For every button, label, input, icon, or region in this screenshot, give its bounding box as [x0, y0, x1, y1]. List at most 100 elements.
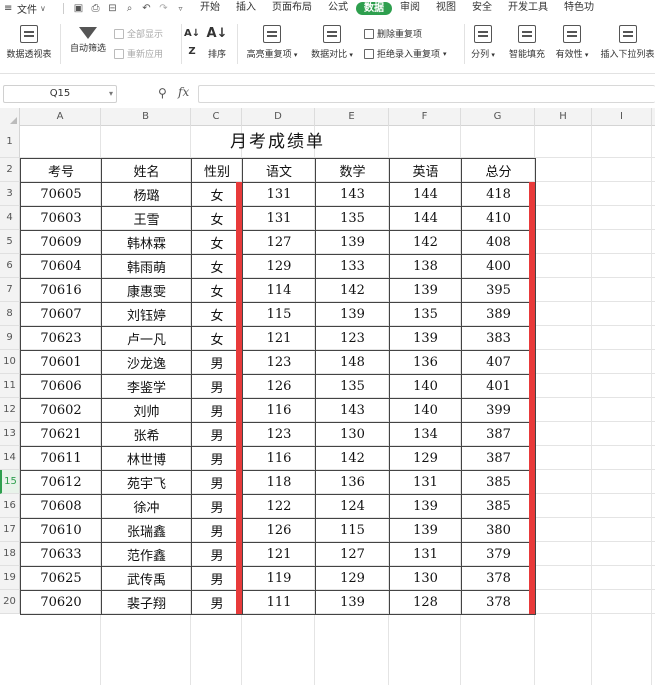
table-cell[interactable]: 387	[461, 422, 536, 447]
table-cell[interactable]: 范作鑫	[101, 542, 192, 567]
column-header-f[interactable]: F	[389, 108, 461, 126]
column-header-i[interactable]: I	[592, 108, 652, 126]
formula-input[interactable]	[198, 85, 655, 103]
tab-6[interactable]: 视图	[428, 0, 464, 16]
column-header-e[interactable]: E	[315, 108, 389, 126]
table-cell[interactable]: 142	[315, 278, 390, 303]
table-cell[interactable]: 裴子翔	[101, 590, 192, 615]
table-cell[interactable]: 70606	[20, 374, 102, 399]
column-header-d[interactable]: D	[242, 108, 315, 126]
table-cell[interactable]: 70610	[20, 518, 102, 543]
tab-5[interactable]: 审阅	[392, 0, 428, 16]
row-header-17[interactable]: 17	[0, 518, 20, 542]
show-all-button[interactable]: 全部显示	[114, 27, 163, 40]
table-cell[interactable]: 男	[191, 350, 243, 375]
highlight-duplicates-button[interactable]: 高亮重复项 ▾	[242, 25, 302, 60]
zoom-search-icon[interactable]: ⚲	[158, 86, 167, 100]
tab-0[interactable]: 开始	[192, 0, 228, 16]
row-header-5[interactable]: 5	[0, 230, 20, 254]
table-cell[interactable]: 139	[389, 326, 462, 351]
row-header-2[interactable]: 2	[0, 158, 20, 182]
table-cell[interactable]: 135	[315, 374, 390, 399]
customize-icon[interactable]: ▿	[175, 3, 186, 14]
sort-asc-button[interactable]: A↓ Z	[184, 25, 200, 57]
table-cell[interactable]: 林世博	[101, 446, 192, 471]
table-cell[interactable]: 385	[461, 470, 536, 495]
auto-filter-button[interactable]: 自动筛选	[66, 25, 110, 54]
column-heading[interactable]: 考号	[20, 158, 102, 183]
row-header-1[interactable]: 1	[0, 126, 20, 158]
split-column-button[interactable]: 分列 ▾	[469, 25, 497, 60]
table-cell[interactable]: 385	[461, 494, 536, 519]
table-cell[interactable]: 133	[315, 254, 390, 279]
table-cell[interactable]: 沙龙逸	[101, 350, 192, 375]
table-cell[interactable]: 129	[315, 566, 390, 591]
row-header-7[interactable]: 7	[0, 278, 20, 302]
table-cell[interactable]: 131	[389, 542, 462, 567]
table-cell[interactable]: 135	[315, 206, 390, 231]
table-cell[interactable]: 118	[242, 470, 316, 495]
table-cell[interactable]: 139	[315, 590, 390, 615]
table-cell[interactable]: 130	[315, 422, 390, 447]
column-heading[interactable]: 语文	[242, 158, 316, 183]
print-preview-icon[interactable]: ⌕	[124, 3, 135, 14]
table-cell[interactable]: 129	[389, 446, 462, 471]
row-header-6[interactable]: 6	[0, 254, 20, 278]
table-cell[interactable]: 女	[191, 278, 243, 303]
table-cell[interactable]: 131	[242, 182, 316, 207]
table-cell[interactable]: 140	[389, 398, 462, 423]
table-cell[interactable]: 395	[461, 278, 536, 303]
table-cell[interactable]: 70612	[20, 470, 102, 495]
table-cell[interactable]: 389	[461, 302, 536, 327]
table-cell[interactable]: 139	[315, 230, 390, 255]
table-cell[interactable]: 男	[191, 542, 243, 567]
row-header-20[interactable]: 20	[0, 590, 20, 614]
table-cell[interactable]: 121	[242, 326, 316, 351]
tab-9[interactable]: 特色功	[556, 0, 602, 16]
column-heading[interactable]: 总分	[461, 158, 536, 183]
table-cell[interactable]: 女	[191, 182, 243, 207]
tab-4[interactable]: 数据	[356, 1, 392, 15]
tab-7[interactable]: 安全	[464, 0, 500, 16]
tab-1[interactable]: 插入	[228, 0, 264, 16]
select-all-corner[interactable]	[0, 108, 20, 126]
table-cell[interactable]: 119	[242, 566, 316, 591]
table-cell[interactable]: 418	[461, 182, 536, 207]
table-cell[interactable]: 143	[315, 398, 390, 423]
table-cell[interactable]: 116	[242, 446, 316, 471]
tab-2[interactable]: 页面布局	[264, 0, 320, 16]
column-heading[interactable]: 姓名	[101, 158, 192, 183]
table-cell[interactable]: 韩雨萌	[101, 254, 192, 279]
table-cell[interactable]: 136	[389, 350, 462, 375]
table-cell[interactable]: 148	[315, 350, 390, 375]
row-header-9[interactable]: 9	[0, 326, 20, 350]
file-menu[interactable]: ≡ 文件 ∨	[0, 1, 60, 16]
table-cell[interactable]: 女	[191, 302, 243, 327]
table-cell[interactable]: 杨璐	[101, 182, 192, 207]
row-header-14[interactable]: 14	[0, 446, 20, 470]
sheet-title[interactable]: 月考成绩单	[20, 126, 535, 158]
table-cell[interactable]: 70602	[20, 398, 102, 423]
table-cell[interactable]: 男	[191, 374, 243, 399]
data-compare-button[interactable]: 数据对比 ▾	[307, 25, 357, 60]
table-cell[interactable]: 378	[461, 566, 536, 591]
table-cell[interactable]: 卢一凡	[101, 326, 192, 351]
table-cell[interactable]: 70625	[20, 566, 102, 591]
table-cell[interactable]: 116	[242, 398, 316, 423]
table-cell[interactable]: 127	[315, 542, 390, 567]
column-header-h[interactable]: H	[535, 108, 592, 126]
table-cell[interactable]: 刘钰婷	[101, 302, 192, 327]
table-cell[interactable]: 144	[389, 182, 462, 207]
table-cell[interactable]: 126	[242, 518, 316, 543]
column-heading[interactable]: 英语	[389, 158, 462, 183]
table-cell[interactable]: 徐冲	[101, 494, 192, 519]
pivot-table-button[interactable]: 数据透视表	[3, 25, 55, 60]
table-cell[interactable]: 135	[389, 302, 462, 327]
table-cell[interactable]: 136	[315, 470, 390, 495]
table-cell[interactable]: 139	[389, 494, 462, 519]
chevron-down-icon[interactable]: ▾	[109, 86, 113, 102]
table-cell[interactable]: 387	[461, 446, 536, 471]
table-cell[interactable]: 70633	[20, 542, 102, 567]
table-cell[interactable]: 142	[389, 230, 462, 255]
table-cell[interactable]: 139	[389, 278, 462, 303]
